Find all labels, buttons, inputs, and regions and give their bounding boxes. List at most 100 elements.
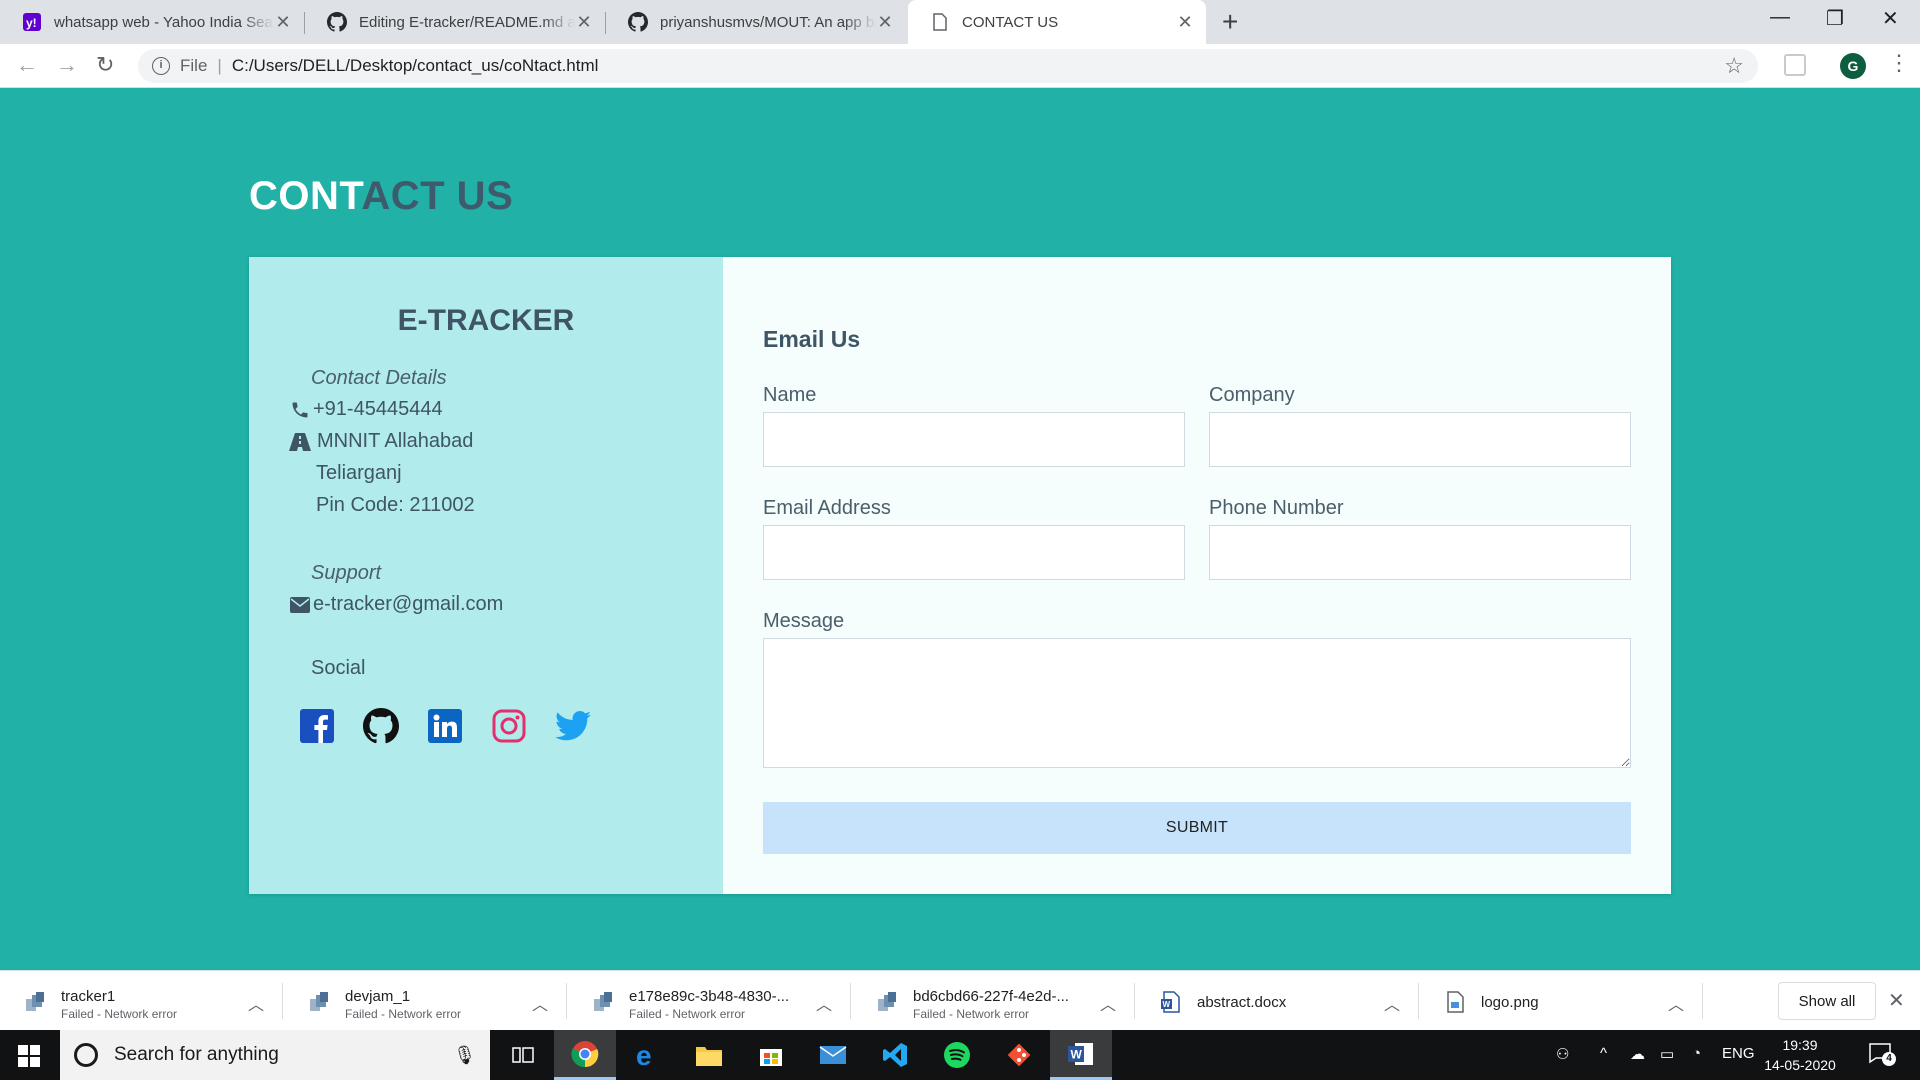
close-downloads-icon[interactable]: ✕ <box>1888 988 1905 1013</box>
facebook-icon[interactable] <box>299 708 335 744</box>
download-filename: devjam_1 <box>345 988 411 1005</box>
vscode-icon[interactable] <box>864 1030 926 1080</box>
tab-github-mout[interactable]: priyanshusmvs/MOUT: An app based ✕ <box>606 0 906 44</box>
download-item[interactable]: devjam_1 Failed - Network error ︿ <box>284 971 567 1031</box>
close-tab-icon[interactable]: ✕ <box>876 12 894 33</box>
chevron-up-icon[interactable]: ︿ <box>532 991 548 1015</box>
close-window-icon[interactable]: ✕ <box>1882 6 1899 31</box>
download-item[interactable]: W abstract.docx ︿ <box>1136 971 1419 1031</box>
download-filename: abstract.docx <box>1197 994 1287 1011</box>
chevron-up-icon[interactable]: ^ <box>1600 1045 1607 1062</box>
download-status: Failed - Network error <box>629 1007 746 1021</box>
email-field[interactable] <box>763 525 1185 580</box>
brand-name: E-TRACKER <box>397 304 575 337</box>
company-field[interactable] <box>1209 412 1631 467</box>
downloads-bar: tracker1 Failed - Network error ︿ devjam… <box>0 970 1920 1030</box>
instagram-icon[interactable] <box>491 708 527 744</box>
mail-icon[interactable] <box>802 1030 864 1080</box>
chevron-up-icon[interactable]: ︿ <box>1668 991 1684 1015</box>
chevron-up-icon[interactable]: ︿ <box>248 991 264 1015</box>
github-icon[interactable] <box>363 708 399 744</box>
download-filename: bd6cbd66-227f-4e2d-... <box>913 988 1069 1005</box>
task-view-icon[interactable] <box>492 1030 554 1080</box>
tab-contact-us[interactable]: CONTACT US ✕ <box>908 0 1206 44</box>
language-indicator[interactable]: ENG <box>1722 1045 1755 1062</box>
download-item[interactable]: e178e89c-3b48-4830-... Failed - Network … <box>568 971 851 1031</box>
phone-icon <box>289 400 311 420</box>
svg-text:y!: y! <box>26 16 37 30</box>
chrome-icon[interactable] <box>554 1030 616 1080</box>
restore-icon[interactable]: ❐ <box>1826 6 1844 31</box>
chevron-up-icon[interactable]: ︿ <box>1384 991 1400 1015</box>
back-icon[interactable]: ← <box>16 52 38 78</box>
new-tab-button[interactable]: + <box>1222 6 1238 38</box>
git-app-icon[interactable] <box>988 1030 1050 1080</box>
twitter-icon[interactable] <box>555 708 591 744</box>
close-tab-icon[interactable]: ✕ <box>274 12 292 33</box>
show-all-downloads-button[interactable]: Show all <box>1778 982 1876 1020</box>
message-field[interactable] <box>763 638 1631 768</box>
chevron-up-icon[interactable]: ︿ <box>1100 991 1116 1015</box>
reload-icon[interactable]: ↻ <box>96 52 114 78</box>
url-text[interactable]: C:/Users/DELL/Desktop/contact_us/coNtact… <box>232 56 599 76</box>
close-tab-icon[interactable]: ✕ <box>1176 12 1194 33</box>
page-icon <box>930 12 950 32</box>
linkedin-icon[interactable] <box>427 708 463 744</box>
address-area: Teliarganj <box>316 462 402 484</box>
extension-icon[interactable] <box>1784 54 1806 76</box>
archive-icon <box>594 992 612 1011</box>
road-icon <box>289 432 311 451</box>
download-item[interactable]: bd6cbd66-227f-4e2d-... Failed - Network … <box>852 971 1135 1031</box>
bookmark-star-icon[interactable]: ☆ <box>1724 53 1744 79</box>
download-item[interactable]: tracker1 Failed - Network error ︿ <box>0 971 283 1031</box>
taskbar-search[interactable]: Search for anything 🎙 <box>60 1030 490 1080</box>
wifi-icon[interactable]: ◔ <box>1692 1045 1701 1062</box>
download-filename: tracker1 <box>61 988 116 1005</box>
name-label: Name <box>763 384 817 406</box>
archive-icon <box>26 992 44 1011</box>
github-icon <box>327 12 347 32</box>
address-bar[interactable]: i File | C:/Users/DELL/Desktop/contact_u… <box>138 49 1758 83</box>
word-icon[interactable]: W <box>1050 1030 1112 1080</box>
forward-icon[interactable]: → <box>56 52 78 78</box>
info-icon[interactable]: i <box>152 57 170 75</box>
divider <box>1702 983 1703 1019</box>
minimize-icon[interactable]: — <box>1770 6 1790 29</box>
submit-button[interactable]: SUBMIT <box>763 802 1631 854</box>
chevron-up-icon[interactable]: ︿ <box>816 991 832 1015</box>
svg-text:e: e <box>636 1042 652 1068</box>
clock-date: 14-05-2020 <box>1764 1057 1836 1073</box>
archive-icon <box>878 992 896 1011</box>
social-heading: Social <box>311 657 366 679</box>
name-field[interactable] <box>763 412 1185 467</box>
spotify-icon[interactable] <box>926 1030 988 1080</box>
download-filename: e178e89c-3b48-4830-... <box>629 988 790 1005</box>
notification-center-icon[interactable]: 4 <box>1868 1042 1896 1066</box>
windows-start-icon[interactable] <box>18 1045 40 1067</box>
people-icon[interactable]: ⚇ <box>1556 1045 1569 1063</box>
browser-menu-icon[interactable]: ⋮ <box>1888 50 1910 76</box>
contact-details-heading: Contact Details <box>311 367 447 389</box>
microphone-icon[interactable]: 🎙 <box>453 1045 476 1066</box>
file-explorer-icon[interactable] <box>678 1030 740 1080</box>
tab-yahoo-search[interactable]: y! whatsapp web - Yahoo India Search ✕ <box>0 0 304 44</box>
close-tab-icon[interactable]: ✕ <box>575 12 593 33</box>
onedrive-icon[interactable]: ☁ <box>1630 1045 1645 1063</box>
page-title: CONTACT US <box>249 174 513 219</box>
clock-time: 19:39 <box>1782 1037 1818 1053</box>
download-status: Failed - Network error <box>913 1007 1030 1021</box>
profile-avatar[interactable]: G <box>1840 53 1866 79</box>
tab-title: priyanshusmvs/MOUT: An app based <box>660 13 876 31</box>
tab-github-readme[interactable]: Editing E-tracker/README.md at master ✕ <box>305 0 605 44</box>
download-status: Failed - Network error <box>345 1007 462 1021</box>
phone-field[interactable] <box>1209 525 1631 580</box>
microsoft-store-icon[interactable] <box>740 1030 802 1080</box>
system-clock[interactable]: 19:39 14-05-2020 <box>1760 1035 1840 1075</box>
company-label: Company <box>1209 384 1295 406</box>
yahoo-icon: y! <box>22 12 42 32</box>
edge-icon[interactable]: e <box>616 1030 678 1080</box>
battery-icon[interactable]: ▭ <box>1660 1045 1674 1063</box>
support-heading: Support <box>311 562 382 584</box>
github-icon <box>628 12 648 32</box>
download-item[interactable]: logo.png ︿ <box>1420 971 1703 1031</box>
